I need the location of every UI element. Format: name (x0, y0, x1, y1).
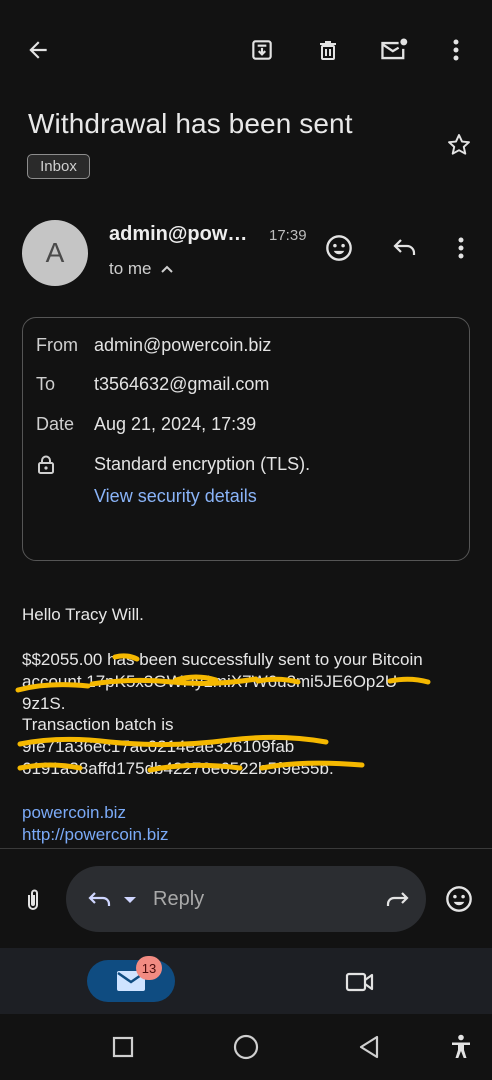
video-icon (345, 972, 374, 992)
recipient-toggle[interactable]: to me (109, 259, 174, 279)
date-value: Aug 21, 2024, 17:39 (94, 414, 257, 434)
reply-icon (393, 239, 416, 255)
reply-placeholder[interactable]: Reply (153, 888, 204, 911)
react-emoji-button[interactable] (322, 231, 356, 265)
message-more-button[interactable] (446, 231, 476, 265)
trash-icon (320, 41, 336, 60)
reply-icon (88, 892, 111, 906)
emoji-icon (326, 235, 352, 261)
body-line-3: 9z1S. (22, 694, 66, 713)
meet-tab[interactable] (342, 966, 378, 998)
forward-icon (386, 892, 409, 906)
mark-unread-icon (381, 38, 408, 60)
powercoin-link[interactable]: powercoin.biz (22, 803, 126, 823)
body-line-6: 6191a38affd175db42276e6522b5f9e55b. (22, 759, 334, 778)
attachment-button[interactable] (18, 884, 48, 916)
dropdown-icon (124, 897, 136, 903)
from-label: From (36, 335, 78, 355)
circle-icon (233, 1034, 259, 1060)
unread-count-badge: 13 (136, 956, 162, 980)
powercoin-url-link[interactable]: http://powercoin.biz (22, 825, 168, 845)
attachment-icon (28, 889, 38, 910)
inbox-label-chip[interactable]: Inbox (27, 154, 90, 179)
to-label: To (36, 374, 56, 394)
delete-button[interactable] (310, 32, 346, 68)
triangle-back-icon (359, 1035, 379, 1059)
archive-icon (252, 40, 272, 60)
reply-bar-divider (0, 848, 492, 849)
sender-name[interactable]: admin@pow… (109, 223, 247, 246)
body-line-2: account 17pK5x3GWHy1miX7W6u3mi5JE6Op2U (22, 672, 398, 691)
to-me-label: to me (109, 259, 152, 278)
accessibility-icon (452, 1034, 470, 1058)
greeting-text: Hello Tracy Will. (22, 605, 144, 624)
sender-avatar[interactable]: A (22, 220, 88, 286)
back-button[interactable] (20, 32, 56, 68)
lock-icon (37, 455, 55, 475)
system-back-button[interactable] (354, 1032, 384, 1062)
reply-emoji-button[interactable] (442, 882, 476, 916)
email-time: 17:39 (269, 227, 307, 244)
bottom-navigation (0, 948, 492, 1014)
emoji-icon (446, 886, 472, 912)
chevron-up-icon (160, 265, 173, 273)
star-button[interactable] (442, 128, 476, 162)
forward-button[interactable] (380, 884, 414, 916)
star-icon (448, 134, 470, 155)
more-vert-icon (458, 237, 464, 259)
mark-unread-button[interactable] (376, 32, 412, 68)
body-line-1: $$2055.00 has been successfully sent to … (22, 650, 423, 669)
body-line-4: Transaction batch is (22, 715, 174, 734)
accessibility-button[interactable] (446, 1032, 476, 1062)
reply-mode-button[interactable] (84, 884, 140, 916)
email-subject: Withdrawal has been sent (28, 108, 353, 139)
to-value: t3564632@gmail.com (94, 374, 270, 394)
more-options-button[interactable] (440, 32, 472, 68)
from-value: admin@powercoin.biz (94, 335, 272, 355)
archive-button[interactable] (244, 32, 280, 68)
encryption-text: Standard encryption (TLS). (94, 454, 311, 474)
home-button[interactable] (230, 1032, 262, 1062)
square-icon (112, 1036, 134, 1058)
view-security-details-link[interactable]: View security details (94, 486, 257, 507)
body-line-5: 9fe71a36ec17ac0214eae326109fab (22, 737, 295, 756)
recents-button[interactable] (108, 1032, 138, 1062)
more-vert-icon (453, 39, 459, 61)
reply-button[interactable] (388, 231, 422, 265)
date-label: Date (36, 414, 75, 434)
back-arrow-icon (29, 41, 47, 59)
